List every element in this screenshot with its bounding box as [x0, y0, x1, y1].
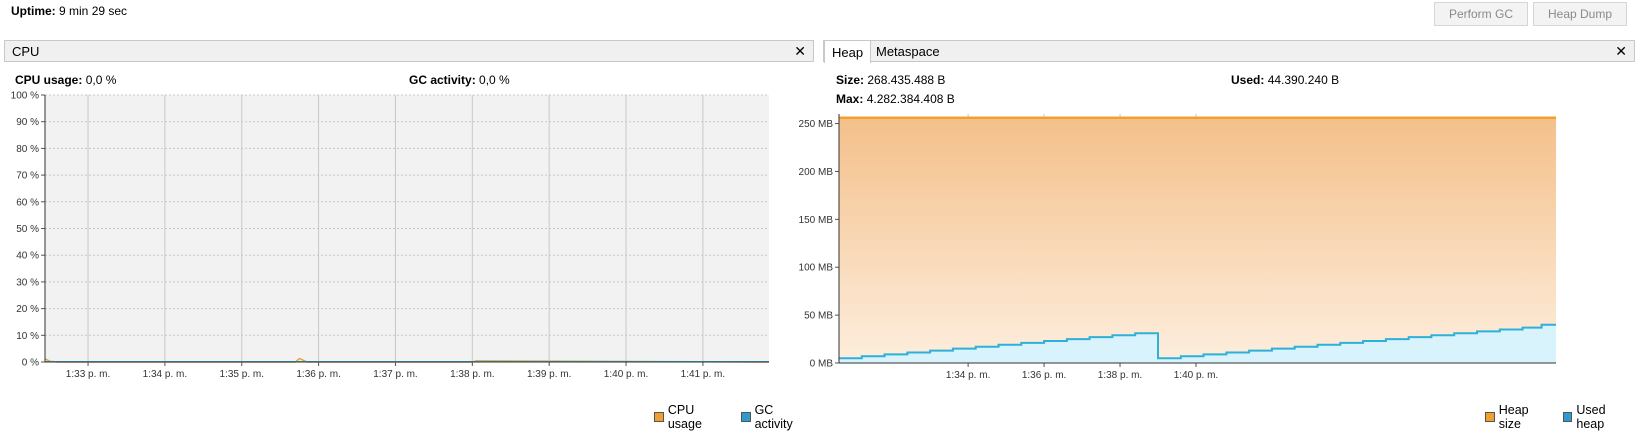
y-tick-label: 0 %: [22, 358, 39, 369]
y-tick-label: 40 %: [16, 251, 39, 262]
x-tick-label: 1:41 p. m.: [681, 369, 725, 380]
cpu-chart: 0 % 10 % 20 % 30 % 40 % 50 % 60 % 70 % 80 % 90 % 1…: [11, 91, 770, 380]
legend-swatch-heap-size: [1485, 412, 1495, 422]
x-tick-label: 1:39 p. m.: [527, 369, 571, 380]
y-tick-label: 60 %: [16, 197, 39, 208]
y-tick-label: 50 MB: [804, 311, 833, 322]
x-tick-label: 1:40 p. m.: [604, 369, 648, 380]
y-tick-label: 250 MB: [799, 119, 834, 130]
x-tick-label: 1:37 p. m.: [373, 369, 417, 380]
cpu-panel: CPU ✕ CPU usage: 0,0 % GC activity: 0,0 …: [4, 40, 814, 431]
y-tick-label: 90 %: [16, 117, 39, 128]
y-tick-label: 0 MB: [810, 359, 834, 370]
uptime-value: 9 min 29 sec: [59, 4, 128, 18]
x-tick-label: 1:36 p. m.: [1022, 370, 1066, 381]
x-tick-label: 1:40 p. m.: [1174, 370, 1218, 381]
series-heap-size-area: [839, 117, 1556, 363]
x-tick-label: 1:36 p. m.: [296, 369, 340, 380]
y-tick-label: 80 %: [16, 144, 39, 155]
heap-panel: Heap Metaspace ✕ Size: 268.435.488 B Use…: [799, 40, 1635, 431]
x-tick-label: 1:33 p. m.: [66, 369, 110, 380]
legend-swatch-gc-activity: [740, 412, 751, 422]
y-tick-label: 150 MB: [799, 215, 834, 226]
perform-gc-button[interactable]: Perform GC: [1434, 2, 1528, 26]
heap-chart: 0 MB 50 MB 100 MB 150 MB 200 MB 250 MB 1:34 p.…: [799, 114, 1556, 381]
y-tick-label: 50 %: [16, 224, 39, 235]
heap-dump-button[interactable]: Heap Dump: [1533, 2, 1627, 26]
uptime-label: Uptime:: [11, 4, 56, 18]
y-tick-label: 10 %: [16, 331, 39, 342]
y-tick-label: 20 %: [16, 304, 39, 315]
legend-swatch-used-heap: [1562, 412, 1573, 422]
y-tick-label: 100 %: [11, 91, 39, 102]
x-tick-label: 1:34 p. m.: [946, 370, 990, 381]
y-tick-label: 200 MB: [799, 167, 834, 178]
y-tick-label: 70 %: [16, 171, 39, 182]
x-tick-label: 1:35 p. m.: [220, 369, 264, 380]
y-tick-label: 100 MB: [799, 263, 834, 274]
uptime-readout: Uptime: 9 min 29 sec: [11, 4, 127, 18]
x-tick-label: 1:38 p. m.: [1098, 370, 1142, 381]
x-tick-label: 1:34 p. m.: [143, 369, 187, 380]
x-tick-label: 1:38 p. m.: [450, 369, 494, 380]
y-tick-label: 30 %: [16, 277, 39, 288]
legend-swatch-cpu-usage: [654, 412, 664, 422]
